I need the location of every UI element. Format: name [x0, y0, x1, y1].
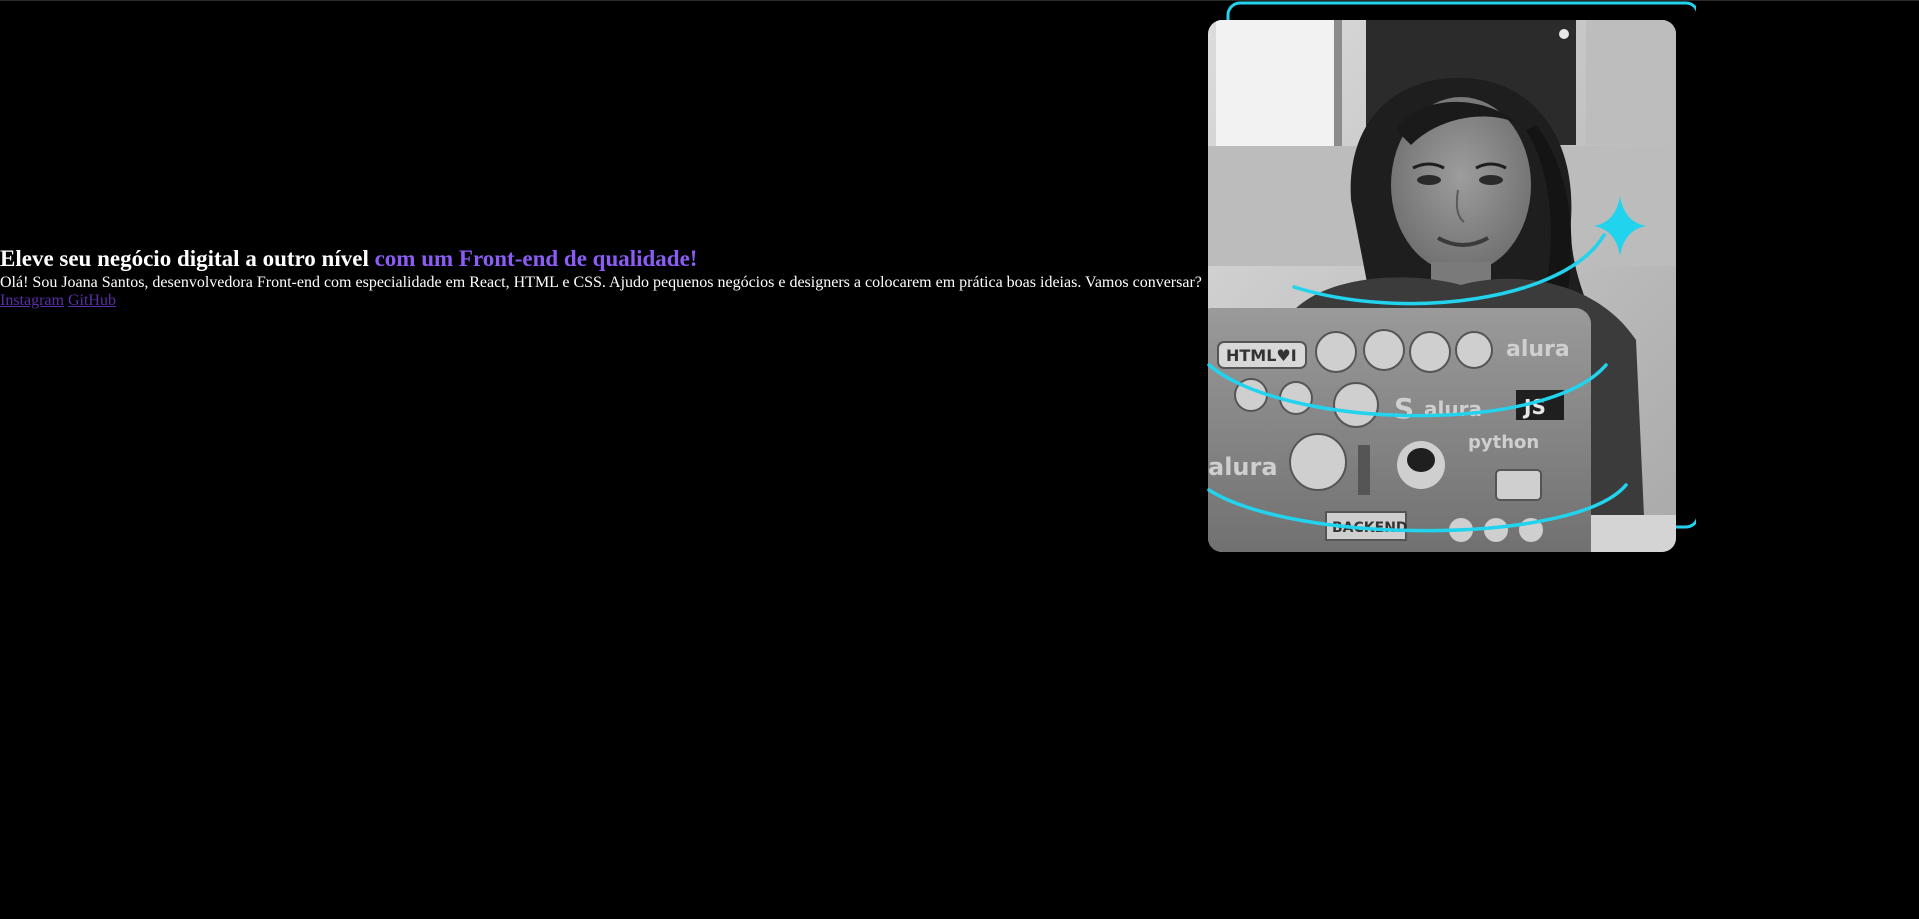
hero-headline: Eleve seu negócio digital a outro nível …: [0, 244, 1210, 274]
portrait-photo: HTML♥I alura S alura JS python alura BAC…: [1208, 20, 1676, 552]
svg-text:S: S: [1394, 392, 1414, 425]
headline-main-text: Eleve seu negócio digital a outro nível: [0, 246, 375, 271]
sticker-html: HTML♥I: [1226, 346, 1297, 365]
hero-illustration: HTML♥I alura S alura JS python alura BAC…: [1207, 1, 1696, 552]
sticker-alura-1: alura: [1506, 337, 1570, 362]
hero-description: Olá! Sou Joana Santos, desenvolvedora Fr…: [0, 274, 1202, 291]
sticker-alura-2: alura: [1424, 397, 1482, 421]
sticker-alura-3: alura: [1208, 453, 1278, 481]
social-links: Instagram GitHub: [0, 292, 1210, 310]
github-link[interactable]: GitHub: [68, 292, 116, 309]
headline-accent-text: com um Front-end de qualidade!: [374, 246, 698, 271]
hero-intro: Eleve seu negócio digital a outro nível …: [0, 244, 1210, 310]
hero-image-frame: HTML♥I alura S alura JS python alura BAC…: [1206, 0, 1696, 560]
instagram-link[interactable]: Instagram: [0, 292, 64, 309]
sticker-python: python: [1468, 432, 1539, 453]
